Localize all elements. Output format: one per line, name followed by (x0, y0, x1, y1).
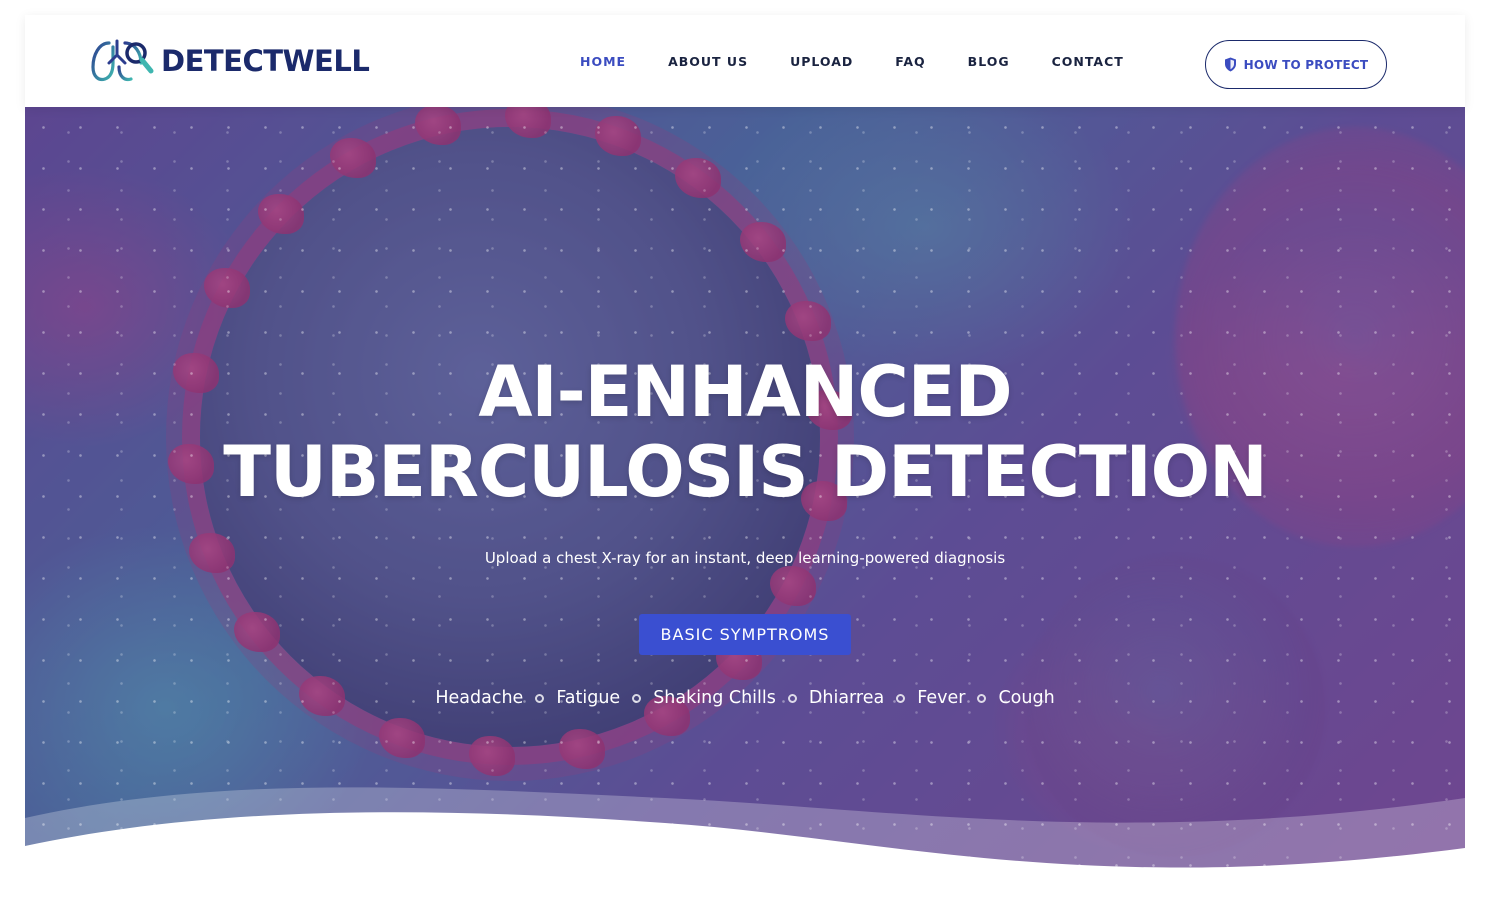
hero-subtitle: Upload a chest X-ray for an instant, dee… (484, 549, 1006, 567)
nav-home[interactable]: HOME (580, 54, 626, 69)
basic-symptoms-button[interactable]: BASIC SYMPTROMS (639, 614, 851, 655)
logo[interactable]: DETECTWELL (89, 37, 370, 85)
symptom-cough: Cough (998, 688, 1055, 708)
symptom-headache: Headache (435, 688, 524, 708)
hero-section: AI-ENHANCED TUBERCULOSIS DETECTION Uploa… (25, 107, 1465, 918)
symptom-dhiarrea: Dhiarrea (808, 688, 885, 708)
bullet-dot-icon (787, 693, 797, 703)
nav-upload[interactable]: UPLOAD (790, 54, 853, 69)
bullet-dot-icon (535, 693, 545, 703)
logo-text: DETECTWELL (161, 43, 370, 78)
nav-contact[interactable]: CONTACT (1052, 54, 1124, 69)
hero-bottom-wave (25, 787, 1465, 918)
bullet-dot-icon (896, 693, 906, 703)
bullet-dot-icon (632, 693, 642, 703)
bullet-dot-icon (977, 693, 987, 703)
hero-title-line1: AI-ENHANCED (478, 351, 1012, 433)
hero-title-line2: TUBERCULOSIS DETECTION (223, 431, 1267, 513)
nav-about-us[interactable]: ABOUT US (668, 54, 748, 69)
shield-icon (1224, 57, 1236, 72)
how-to-protect-label: HOW TO PROTECT (1243, 57, 1369, 72)
lungs-magnifier-icon (91, 39, 154, 82)
how-to-protect-button[interactable]: HOW TO PROTECT (1205, 40, 1387, 89)
hero-title: AI-ENHANCED TUBERCULOSIS DETECTION (25, 352, 1465, 512)
nav-faq[interactable]: FAQ (895, 54, 925, 69)
symptom-list: Headache Fatigue Shaking Chills Dhiarrea… (25, 687, 1465, 709)
symptom-fever: Fever (917, 688, 966, 708)
main-nav: HOME ABOUT US UPLOAD FAQ BLOG CONTACT (580, 15, 1166, 107)
symptom-shaking-chills: Shaking Chills (653, 688, 776, 708)
nav-blog[interactable]: BLOG (968, 54, 1010, 69)
symptom-fatigue: Fatigue (556, 688, 621, 708)
site-header: DETECTWELL HOME ABOUT US UPLOAD FAQ BLOG… (25, 15, 1465, 107)
page: DETECTWELL HOME ABOUT US UPLOAD FAQ BLOG… (0, 0, 1490, 918)
